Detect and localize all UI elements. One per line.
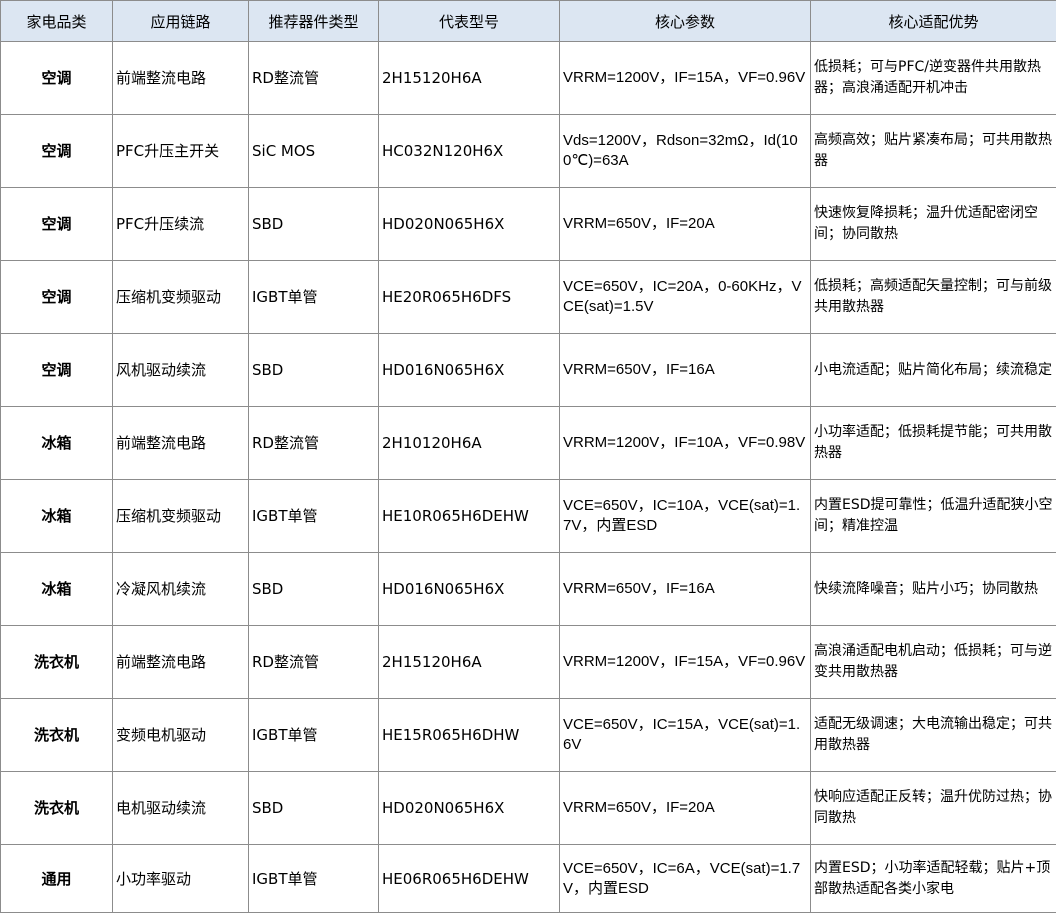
- category-cell: 洗衣机: [0, 625, 113, 699]
- device-type-cell: SBD: [248, 187, 379, 261]
- advantage-cell: 内置ESD提可靠性；低温升适配狭小空间；精准控温: [810, 479, 1056, 553]
- params-cell: Vds=1200V，Rdson=32mΩ，Id(100℃)=63A: [559, 114, 811, 188]
- table-row: 空调 压缩机变频驱动 IGBT单管 HE20R065H6DFS VCE=650V…: [0, 260, 1056, 334]
- table-body: 空调 前端整流电路 RD整流管 2H15120H6A VRRM=1200V，IF…: [0, 41, 1056, 913]
- advantage-cell: 小功率适配；低损耗提节能；可共用散热器: [810, 406, 1056, 480]
- params-cell: VRRM=650V，IF=16A: [559, 552, 811, 626]
- application-cell: PFC升压续流: [112, 187, 249, 261]
- model-cell: 2H15120H6A: [378, 41, 560, 115]
- params-cell: VCE=650V，IC=10A，VCE(sat)=1.7V，内置ESD: [559, 479, 811, 553]
- model-cell: HD020N065H6X: [378, 771, 560, 845]
- application-cell: 电机驱动续流: [112, 771, 249, 845]
- device-type-cell: SBD: [248, 771, 379, 845]
- device-type-cell: RD整流管: [248, 406, 379, 480]
- category-cell: 空调: [0, 41, 113, 115]
- model-cell: HE10R065H6DEHW: [378, 479, 560, 553]
- model-cell: HD016N065H6X: [378, 552, 560, 626]
- category-cell: 空调: [0, 187, 113, 261]
- model-cell: 2H10120H6A: [378, 406, 560, 480]
- device-type-cell: IGBT单管: [248, 479, 379, 553]
- model-cell: HD020N065H6X: [378, 187, 560, 261]
- model-cell: HE06R065H6DEHW: [378, 844, 560, 913]
- table-row: 空调 PFC升压续流 SBD HD020N065H6X VRRM=650V，IF…: [0, 187, 1056, 261]
- application-cell: 前端整流电路: [112, 41, 249, 115]
- header-category: 家电品类: [0, 0, 113, 42]
- category-cell: 冰箱: [0, 552, 113, 626]
- advantage-cell: 高浪涌适配电机启动；低损耗；可与逆变共用散热器: [810, 625, 1056, 699]
- advantage-cell: 快响应适配正反转；温升优防过热；协同散热: [810, 771, 1056, 845]
- application-cell: 前端整流电路: [112, 406, 249, 480]
- device-type-cell: RD整流管: [248, 41, 379, 115]
- table-row: 洗衣机 前端整流电路 RD整流管 2H15120H6A VRRM=1200V，I…: [0, 625, 1056, 699]
- table-row: 冰箱 前端整流电路 RD整流管 2H10120H6A VRRM=1200V，IF…: [0, 406, 1056, 480]
- device-type-cell: IGBT单管: [248, 260, 379, 334]
- table-row: 冰箱 冷凝风机续流 SBD HD016N065H6X VRRM=650V，IF=…: [0, 552, 1056, 626]
- table-row: 空调 PFC升压主开关 SiC MOS HC032N120H6X Vds=120…: [0, 114, 1056, 188]
- table-row: 冰箱 压缩机变频驱动 IGBT单管 HE10R065H6DEHW VCE=650…: [0, 479, 1056, 553]
- params-cell: VRRM=1200V，IF=10A，VF=0.98V: [559, 406, 811, 480]
- params-cell: VCE=650V，IC=6A，VCE(sat)=1.7V，内置ESD: [559, 844, 811, 913]
- params-cell: VRRM=650V，IF=16A: [559, 333, 811, 407]
- model-cell: HD016N065H6X: [378, 333, 560, 407]
- model-cell: HE20R065H6DFS: [378, 260, 560, 334]
- category-cell: 冰箱: [0, 479, 113, 553]
- category-cell: 空调: [0, 260, 113, 334]
- header-model: 代表型号: [378, 0, 560, 42]
- application-cell: 小功率驱动: [112, 844, 249, 913]
- model-cell: HC032N120H6X: [378, 114, 560, 188]
- advantage-cell: 快速恢复降损耗；温升优适配密闭空间；协同散热: [810, 187, 1056, 261]
- model-cell: 2H15120H6A: [378, 625, 560, 699]
- category-cell: 空调: [0, 333, 113, 407]
- category-cell: 冰箱: [0, 406, 113, 480]
- params-cell: VRRM=1200V，IF=15A，VF=0.96V: [559, 41, 811, 115]
- table-row: 洗衣机 变频电机驱动 IGBT单管 HE15R065H6DHW VCE=650V…: [0, 698, 1056, 772]
- application-cell: 风机驱动续流: [112, 333, 249, 407]
- application-cell: 压缩机变频驱动: [112, 260, 249, 334]
- device-type-cell: RD整流管: [248, 625, 379, 699]
- header-device-type: 推荐器件类型: [248, 0, 379, 42]
- params-cell: VCE=650V，IC=20A，0-60KHz，VCE(sat)=1.5V: [559, 260, 811, 334]
- device-type-cell: IGBT单管: [248, 844, 379, 913]
- advantage-cell: 低损耗；可与PFC/逆变器件共用散热器；高浪涌适配开机冲击: [810, 41, 1056, 115]
- advantage-cell: 内置ESD；小功率适配轻载；贴片+顶部散热适配各类小家电: [810, 844, 1056, 913]
- advantage-cell: 低损耗；高频适配矢量控制；可与前级共用散热器: [810, 260, 1056, 334]
- header-application: 应用链路: [112, 0, 249, 42]
- params-cell: VRRM=650V，IF=20A: [559, 187, 811, 261]
- table-header: 家电品类 应用链路 推荐器件类型 代表型号 核心参数 核心适配优势: [0, 0, 1056, 42]
- table-row: 空调 前端整流电路 RD整流管 2H15120H6A VRRM=1200V，IF…: [0, 41, 1056, 115]
- advantage-cell: 高频高效；贴片紧凑布局；可共用散热器: [810, 114, 1056, 188]
- advantage-cell: 小电流适配；贴片简化布局；续流稳定: [810, 333, 1056, 407]
- params-cell: VRRM=1200V，IF=15A，VF=0.96V: [559, 625, 811, 699]
- category-cell: 洗衣机: [0, 771, 113, 845]
- category-cell: 通用: [0, 844, 113, 913]
- device-table: 家电品类 应用链路 推荐器件类型 代表型号 核心参数 核心适配优势 空调 前端整…: [0, 0, 1056, 913]
- category-cell: 空调: [0, 114, 113, 188]
- application-cell: 前端整流电路: [112, 625, 249, 699]
- category-cell: 洗衣机: [0, 698, 113, 772]
- header-advantage: 核心适配优势: [810, 0, 1056, 42]
- params-cell: VRRM=650V，IF=20A: [559, 771, 811, 845]
- table-row: 空调 风机驱动续流 SBD HD016N065H6X VRRM=650V，IF=…: [0, 333, 1056, 407]
- params-cell: VCE=650V，IC=15A，VCE(sat)=1.6V: [559, 698, 811, 772]
- device-type-cell: IGBT单管: [248, 698, 379, 772]
- table-row: 洗衣机 电机驱动续流 SBD HD020N065H6X VRRM=650V，IF…: [0, 771, 1056, 845]
- device-type-cell: SBD: [248, 333, 379, 407]
- header-params: 核心参数: [559, 0, 811, 42]
- table-row: 通用 小功率驱动 IGBT单管 HE06R065H6DEHW VCE=650V，…: [0, 844, 1056, 913]
- advantage-cell: 快续流降噪音；贴片小巧；协同散热: [810, 552, 1056, 626]
- application-cell: 冷凝风机续流: [112, 552, 249, 626]
- device-type-cell: SBD: [248, 552, 379, 626]
- model-cell: HE15R065H6DHW: [378, 698, 560, 772]
- application-cell: 变频电机驱动: [112, 698, 249, 772]
- header-row: 家电品类 应用链路 推荐器件类型 代表型号 核心参数 核心适配优势: [0, 0, 1056, 42]
- device-type-cell: SiC MOS: [248, 114, 379, 188]
- application-cell: 压缩机变频驱动: [112, 479, 249, 553]
- application-cell: PFC升压主开关: [112, 114, 249, 188]
- advantage-cell: 适配无级调速；大电流输出稳定；可共用散热器: [810, 698, 1056, 772]
